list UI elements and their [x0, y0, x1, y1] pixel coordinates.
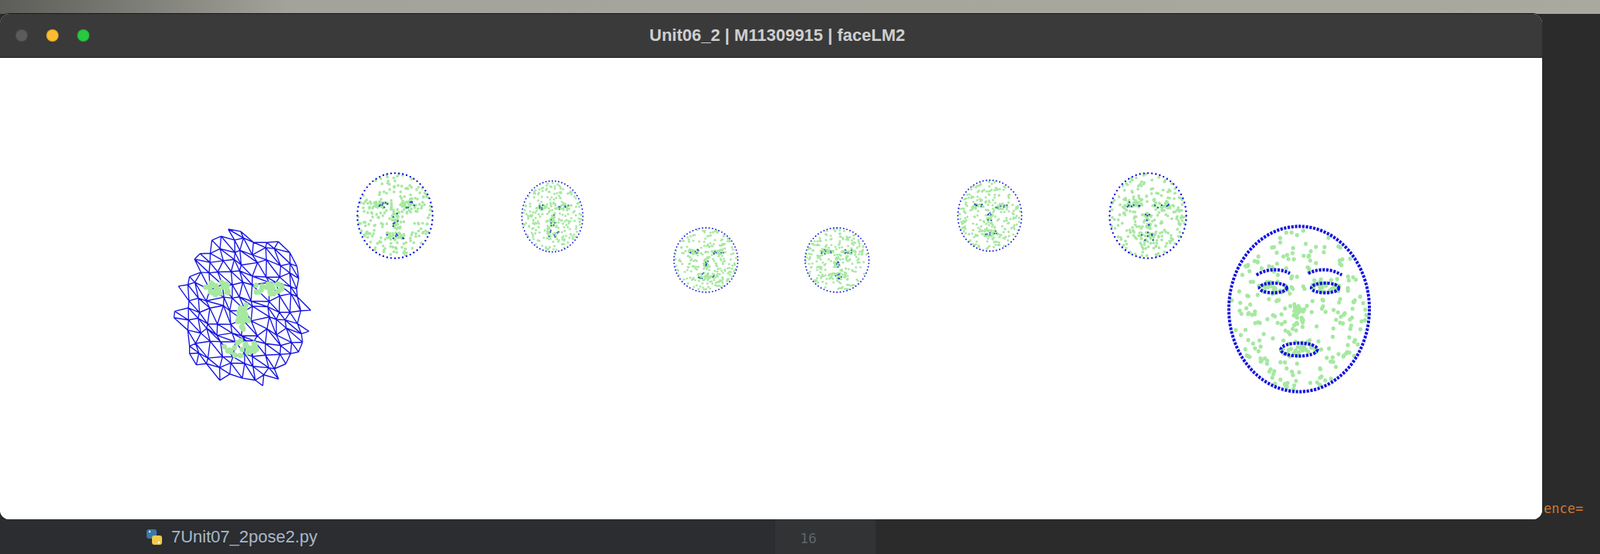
face-points — [357, 172, 433, 257]
face-landmarks-drawing — [1106, 169, 1190, 262]
face-landmarks-drawing — [354, 169, 436, 262]
face-landmarks-drawing — [955, 177, 1025, 254]
line-gutter: 16 — [775, 519, 876, 554]
face-contour-points — [356, 172, 434, 260]
face-contour — [1228, 226, 1370, 392]
face-landmarks-drawing — [519, 178, 586, 255]
face-points — [522, 181, 583, 251]
face-points — [674, 228, 738, 291]
title-bar[interactable]: Unit06_2 | M11309915 | faceLM2 — [0, 13, 1543, 58]
window-controls — [0, 29, 90, 42]
code-fragment: ence= — [1543, 500, 1584, 517]
python-file-icon — [145, 527, 164, 547]
code-editor[interactable]: ence= — [1542, 13, 1600, 520]
window-title: Unit06_2 | M11309915 | faceLM2 — [89, 25, 1543, 46]
close-button[interactable] — [15, 29, 28, 42]
desktop: Unit06_2 | M11309915 | faceLM2 ence= 7Unit… — [0, 0, 1600, 554]
face-contour-points — [957, 178, 1023, 252]
app-window: Unit06_2 | M11309915 | faceLM2 — [0, 13, 1543, 520]
zoom-button[interactable] — [77, 29, 90, 42]
face-landmarks-drawing — [802, 225, 872, 295]
face-points — [804, 227, 868, 291]
face-points — [202, 279, 285, 358]
face-contour-points — [804, 226, 871, 293]
face-contour-points — [1108, 172, 1188, 260]
ide-bottom: 7Unit07_2pose2.py 16 — [0, 519, 1600, 554]
background-strip — [0, 0, 1600, 14]
face-contour-points — [673, 226, 740, 293]
image-canvas — [0, 57, 1543, 520]
project-file[interactable]: 7Unit07_2pose2.py — [145, 526, 318, 547]
face-landmarks-drawing — [671, 225, 741, 295]
face-contour-points — [520, 179, 584, 253]
face-landmarks-drawing — [168, 222, 318, 396]
editor-area[interactable] — [875, 519, 1600, 554]
face-points — [958, 180, 1022, 250]
line-number: 16 — [800, 529, 817, 547]
face-points — [1110, 172, 1187, 257]
project-panel: 7Unit07_2pose2.py — [0, 519, 776, 554]
face-landmarks-drawing — [1222, 219, 1376, 399]
face-mesh — [174, 229, 311, 386]
minimize-button[interactable] — [46, 29, 59, 42]
